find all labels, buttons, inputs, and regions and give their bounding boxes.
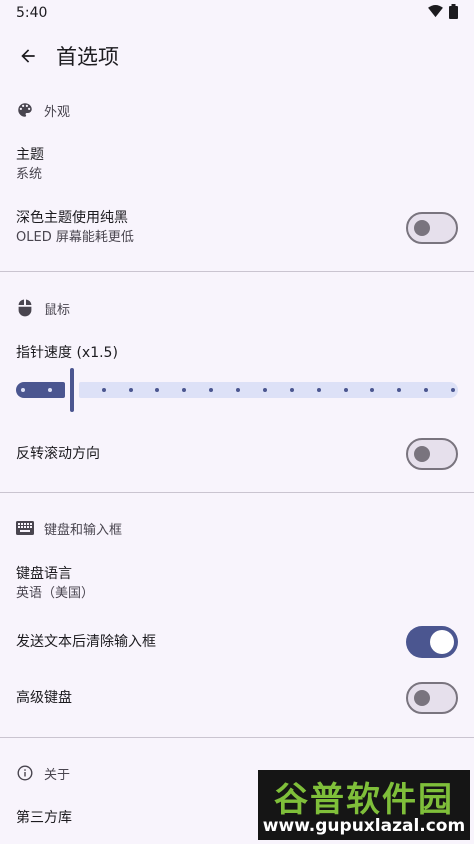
page-title: 首选项 [56, 45, 119, 69]
slider-step-tick [289, 388, 294, 392]
slider-step-tick [343, 388, 348, 392]
pure-black-switch[interactable] [406, 212, 458, 244]
pref-summary: 系统 [16, 167, 43, 182]
slider-step-tick [316, 388, 321, 392]
app-bar: 首选项 [0, 26, 474, 86]
slider-step-tick [262, 388, 267, 392]
clear-after-send-switch[interactable] [406, 626, 458, 658]
slider-step-tick [101, 388, 106, 392]
watermark-url: www.gupuxlazal.com [262, 816, 466, 836]
mouse-icon [16, 299, 34, 317]
pref-title: 发送文本后清除输入框 [16, 634, 156, 650]
switch-thumb [414, 690, 430, 706]
theme-preference[interactable]: 主题 系统 [0, 141, 474, 189]
section-title: 外观 [44, 104, 71, 120]
pure-black-preference[interactable]: 深色主题使用纯黑 OLED 屏幕能耗更低 [0, 204, 474, 252]
arrow-back-icon [21, 49, 35, 63]
pref-title: 深色主题使用纯黑 [16, 210, 128, 226]
reverse-scroll-switch[interactable] [406, 438, 458, 470]
pointer-speed-title: 指针速度 (x1.5) [16, 345, 118, 361]
slider-step-tick [236, 388, 240, 392]
divider [0, 737, 474, 738]
section-title: 关于 [44, 767, 71, 783]
advanced-keyboard-preference[interactable]: 高级键盘 [0, 674, 474, 722]
pref-summary: OLED 屏幕能耗更低 [16, 230, 134, 245]
section-header-mouse: 鼠标 [0, 288, 474, 328]
keyboard-language-preference[interactable]: 键盘语言 英语（美国） [0, 560, 474, 608]
slider-handle[interactable] [70, 368, 74, 412]
status-bar: 5:40 [0, 0, 474, 26]
switch-thumb [414, 446, 430, 462]
slider-inactive-track [79, 382, 458, 398]
divider [0, 271, 474, 272]
divider [0, 492, 474, 493]
section-header-keyboard: 键盘和输入框 [0, 508, 474, 548]
reverse-scroll-preference[interactable]: 反转滚动方向 [0, 430, 474, 478]
advanced-keyboard-switch[interactable] [406, 682, 458, 714]
battery-icon [449, 3, 458, 23]
pointer-speed-label-row: 指针速度 (x1.5) [0, 342, 474, 364]
palette-icon [16, 101, 34, 119]
status-time: 5:40 [16, 5, 48, 21]
watermark-brand: 谷普软件园 [274, 780, 454, 820]
pref-title: 反转滚动方向 [16, 446, 100, 462]
pointer-speed-slider[interactable] [16, 368, 458, 412]
switch-thumb [414, 220, 430, 236]
pref-title: 高级键盘 [16, 690, 72, 706]
pref-title: 键盘语言 [16, 566, 72, 582]
slider-step-tick [451, 388, 455, 392]
clear-after-send-preference[interactable]: 发送文本后清除输入框 [0, 618, 474, 666]
slider-step-tick [128, 388, 133, 392]
keyboard-icon [16, 519, 34, 537]
section-header-appearance: 外观 [0, 90, 474, 130]
wifi-icon [428, 4, 443, 22]
switch-thumb [430, 630, 454, 654]
slider-step-tick [47, 388, 52, 392]
pref-title: 第三方库 [16, 810, 72, 826]
pref-title: 主题 [16, 147, 44, 163]
info-icon [16, 764, 34, 782]
watermark-logo: 谷普软件园 www.gupuxlazal.com [258, 770, 470, 840]
section-title: 键盘和输入框 [44, 522, 123, 538]
section-title: 鼠标 [44, 302, 71, 318]
back-button[interactable] [4, 32, 52, 80]
slider-step-tick [21, 388, 25, 392]
pref-summary: 英语（美国） [16, 586, 95, 601]
